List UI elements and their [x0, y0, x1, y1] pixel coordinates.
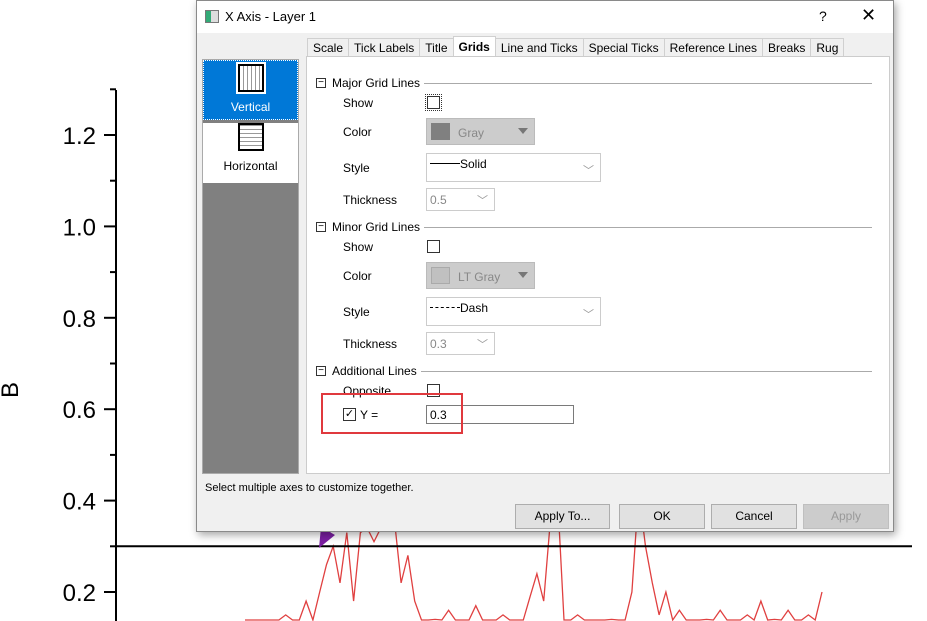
chevron-down-icon: ﹀	[583, 309, 594, 321]
y-axis-label: B	[0, 382, 24, 398]
sidebar-item-vertical[interactable]: Vertical	[203, 60, 298, 120]
tab-special-ticks[interactable]: Special Ticks	[582, 38, 665, 56]
dropdown-value: LT Gray	[458, 270, 501, 284]
minor-style-dropdown[interactable]: Dash ﹀	[426, 297, 601, 326]
major-grid-section-header: − Major Grid Lines	[316, 76, 872, 90]
tab-reference-lines[interactable]: Reference Lines	[663, 38, 763, 56]
color-swatch	[431, 123, 450, 140]
major-color-dropdown[interactable]: Gray	[426, 118, 535, 145]
highlight-box	[321, 393, 463, 434]
tab-line-and-ticks[interactable]: Line and Ticks	[494, 38, 584, 56]
help-button[interactable]: ?	[819, 8, 827, 24]
horizontal-grid-icon	[237, 123, 264, 151]
y-tick-label: 0.4	[63, 489, 96, 516]
dropdown-value: 0.5	[430, 193, 447, 207]
dropdown-arrow-icon	[518, 128, 528, 134]
tab-bar: Scale Tick Labels Title Grids Line and T…	[307, 36, 845, 56]
y-tick-label: 1.0	[63, 214, 96, 241]
major-thickness-label: Thickness	[343, 193, 398, 207]
minor-style-label: Style	[343, 305, 370, 319]
app-icon	[205, 10, 219, 23]
y-tick-label: 0.6	[63, 397, 96, 424]
apply-button[interactable]: Apply	[803, 504, 889, 529]
major-color-label: Color	[343, 125, 372, 139]
tab-tick-labels[interactable]: Tick Labels	[348, 38, 421, 56]
close-button[interactable]: ✕	[861, 5, 876, 26]
minor-thickness-label: Thickness	[343, 337, 398, 351]
apply-to-button[interactable]: Apply To...	[515, 504, 610, 529]
dialog-title: X Axis - Layer 1	[225, 9, 317, 24]
title-bar: X Axis - Layer 1 ? ✕	[197, 1, 893, 33]
minor-color-dropdown[interactable]: LT Gray	[426, 262, 535, 289]
dash-line-preview	[430, 307, 460, 308]
minor-color-label: Color	[343, 269, 372, 283]
dropdown-value: Dash	[460, 301, 489, 315]
major-thickness-dropdown[interactable]: 0.5 ﹀	[426, 188, 495, 211]
ok-button[interactable]: OK	[619, 504, 705, 529]
vertical-grid-icon	[235, 62, 266, 94]
major-show-label: Show	[343, 96, 374, 110]
section-title: Additional Lines	[332, 364, 417, 378]
collapse-icon[interactable]: −	[316, 366, 326, 376]
additional-lines-section-header: − Additional Lines	[316, 364, 872, 378]
sidebar-item-horizontal[interactable]: Horizontal	[203, 123, 298, 183]
dropdown-value: 0.3	[430, 337, 447, 351]
tab-breaks[interactable]: Breaks	[762, 38, 812, 56]
major-style-dropdown[interactable]: Solid ﹀	[426, 153, 601, 182]
major-style-label: Style	[343, 161, 370, 175]
tab-rug[interactable]: Rug	[810, 38, 845, 56]
chevron-down-icon: ﹀	[477, 339, 488, 351]
color-swatch	[431, 267, 450, 284]
collapse-icon[interactable]: −	[316, 78, 326, 88]
dropdown-value: Solid	[460, 157, 487, 171]
y-tick-label: 0.8	[63, 306, 96, 333]
sidebar-item-label: Vertical	[230, 100, 271, 114]
minor-thickness-dropdown[interactable]: 0.3 ﹀	[426, 332, 495, 355]
dropdown-value: Gray	[458, 126, 485, 140]
section-title: Minor Grid Lines	[332, 220, 421, 234]
chevron-down-icon: ﹀	[583, 165, 594, 177]
cancel-button[interactable]: Cancel	[711, 504, 797, 529]
solid-line-preview	[430, 163, 460, 164]
y-tick-label: 1.2	[63, 123, 96, 150]
minor-show-label: Show	[343, 240, 374, 254]
minor-grid-section-header: − Minor Grid Lines	[316, 220, 872, 234]
x-axis-dialog: X Axis - Layer 1 ? ✕ Scale Tick Labels T…	[196, 0, 894, 532]
tab-scale[interactable]: Scale	[307, 38, 350, 56]
y-tick-label: 0.2	[63, 580, 96, 607]
dropdown-arrow-icon	[518, 272, 528, 278]
tab-title[interactable]: Title	[419, 38, 454, 56]
axis-selector: Vertical Horizontal	[202, 59, 299, 474]
tab-grids[interactable]: Grids	[452, 36, 496, 56]
sidebar-item-label: Horizontal	[223, 159, 278, 173]
collapse-icon[interactable]: −	[316, 222, 326, 232]
major-show-checkbox[interactable]	[425, 94, 442, 111]
status-text: Select multiple axes to customize togeth…	[205, 482, 414, 494]
minor-show-checkbox[interactable]	[427, 240, 440, 253]
chevron-down-icon: ﹀	[477, 195, 488, 207]
section-title: Major Grid Lines	[332, 76, 421, 90]
